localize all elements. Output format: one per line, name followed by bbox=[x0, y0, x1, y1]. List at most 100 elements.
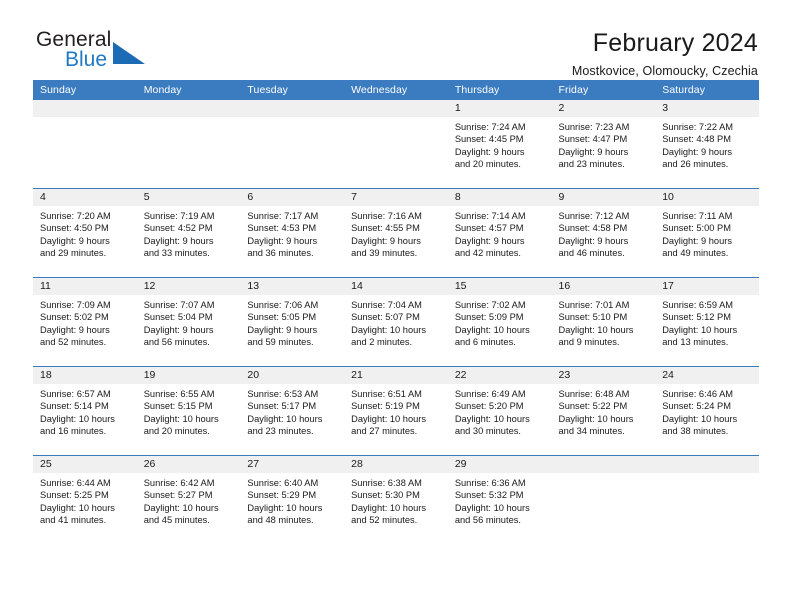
day-cell[interactable]: 18 Sunrise: 6:57 AM Sunset: 5:14 PM Dayli… bbox=[33, 366, 137, 456]
day-sun-info: Sunrise: 6:46 AM Sunset: 5:24 PM Dayligh… bbox=[662, 389, 738, 437]
calendar-table: Sunday Monday Tuesday Wednesday Thursday… bbox=[33, 80, 759, 544]
day-sun-info: Sunrise: 6:55 AM Sunset: 5:15 PM Dayligh… bbox=[143, 389, 219, 437]
week-row: 18 Sunrise: 6:57 AM Sunset: 5:14 PM Dayli… bbox=[33, 366, 759, 456]
day-sun-info: Sunrise: 7:24 AM Sunset: 4:45 PM Dayligh… bbox=[454, 122, 526, 170]
week-row: 25 Sunrise: 6:44 AM Sunset: 5:25 PM Dayli… bbox=[33, 455, 759, 544]
general-blue-logo[interactable]: General Blue bbox=[33, 28, 176, 84]
day-number: 20 bbox=[240, 367, 345, 384]
day-cell[interactable]: 4 Sunrise: 7:20 AM Sunset: 4:50 PM Daylig… bbox=[33, 188, 137, 278]
calendar-page: General Blue February 2024 Mostkovice, O… bbox=[0, 0, 792, 612]
weekday-header-friday: Friday bbox=[551, 80, 656, 100]
day-cell[interactable] bbox=[551, 455, 656, 544]
day-sun-info: Sunrise: 6:48 AM Sunset: 5:22 PM Dayligh… bbox=[558, 389, 634, 437]
day-number bbox=[551, 456, 656, 473]
day-number: 24 bbox=[655, 367, 759, 384]
day-cell[interactable]: 14 Sunrise: 7:04 AM Sunset: 5:07 PM Dayli… bbox=[344, 277, 448, 367]
day-cell[interactable]: 22 Sunrise: 6:49 AM Sunset: 5:20 PM Dayli… bbox=[447, 366, 552, 456]
day-cell-inner: 1 Sunrise: 7:24 AM Sunset: 4:45 PM Daylig… bbox=[447, 100, 552, 188]
day-sun-info: Sunrise: 6:53 AM Sunset: 5:17 PM Dayligh… bbox=[247, 389, 323, 437]
day-cell[interactable]: 25 Sunrise: 6:44 AM Sunset: 5:25 PM Dayli… bbox=[33, 455, 137, 544]
day-cell-inner: 17 Sunrise: 6:59 AM Sunset: 5:12 PM Dayli… bbox=[655, 278, 759, 366]
day-cell[interactable] bbox=[136, 100, 241, 189]
day-cell[interactable]: 17 Sunrise: 6:59 AM Sunset: 5:12 PM Dayli… bbox=[655, 277, 759, 367]
day-cell[interactable] bbox=[33, 100, 137, 189]
day-cell[interactable]: 20 Sunrise: 6:53 AM Sunset: 5:17 PM Dayli… bbox=[240, 366, 345, 456]
day-cell[interactable]: 11 Sunrise: 7:09 AM Sunset: 5:02 PM Dayli… bbox=[33, 277, 137, 367]
day-cell[interactable]: 13 Sunrise: 7:06 AM Sunset: 5:05 PM Dayli… bbox=[240, 277, 345, 367]
day-cell-inner: 21 Sunrise: 6:51 AM Sunset: 5:19 PM Dayli… bbox=[344, 367, 448, 455]
day-sun-info: Sunrise: 6:44 AM Sunset: 5:25 PM Dayligh… bbox=[40, 478, 115, 526]
day-cell[interactable]: 7 Sunrise: 7:16 AM Sunset: 4:55 PM Daylig… bbox=[344, 188, 448, 278]
day-cell[interactable]: 6 Sunrise: 7:17 AM Sunset: 4:53 PM Daylig… bbox=[240, 188, 345, 278]
day-cell[interactable]: 24 Sunrise: 6:46 AM Sunset: 5:24 PM Dayli… bbox=[655, 366, 759, 456]
weekday-header-thursday: Thursday bbox=[447, 80, 552, 100]
day-cell[interactable]: 27 Sunrise: 6:40 AM Sunset: 5:29 PM Dayli… bbox=[240, 455, 345, 544]
day-cell[interactable] bbox=[240, 100, 345, 189]
day-cell[interactable]: 9 Sunrise: 7:12 AM Sunset: 4:58 PM Daylig… bbox=[551, 188, 656, 278]
day-cell-inner: 23 Sunrise: 6:48 AM Sunset: 5:22 PM Dayli… bbox=[551, 367, 656, 455]
day-cell[interactable]: 26 Sunrise: 6:42 AM Sunset: 5:27 PM Dayli… bbox=[136, 455, 241, 544]
page-title: February 2024 bbox=[592, 29, 758, 57]
day-cell[interactable]: 12 Sunrise: 7:07 AM Sunset: 5:04 PM Dayli… bbox=[136, 277, 241, 367]
day-cell-inner: 24 Sunrise: 6:46 AM Sunset: 5:24 PM Dayli… bbox=[655, 367, 759, 455]
day-sun-info: Sunrise: 7:09 AM Sunset: 5:02 PM Dayligh… bbox=[40, 300, 111, 348]
day-cell-inner bbox=[551, 456, 656, 544]
day-cell[interactable]: 23 Sunrise: 6:48 AM Sunset: 5:22 PM Dayli… bbox=[551, 366, 656, 456]
day-cell-inner: 29 Sunrise: 6:36 AM Sunset: 5:32 PM Dayli… bbox=[447, 456, 552, 544]
day-cell[interactable]: 2 Sunrise: 7:23 AM Sunset: 4:47 PM Daylig… bbox=[551, 100, 656, 189]
day-cell[interactable] bbox=[344, 100, 448, 189]
day-number: 19 bbox=[136, 367, 241, 384]
day-sun-info: Sunrise: 7:04 AM Sunset: 5:07 PM Dayligh… bbox=[351, 300, 427, 348]
day-number: 26 bbox=[136, 456, 241, 473]
day-number: 12 bbox=[136, 278, 241, 295]
day-number: 21 bbox=[344, 367, 448, 384]
day-cell[interactable]: 3 Sunrise: 7:22 AM Sunset: 4:48 PM Daylig… bbox=[655, 100, 759, 189]
day-cell-inner: 2 Sunrise: 7:23 AM Sunset: 4:47 PM Daylig… bbox=[551, 100, 656, 188]
day-number: 10 bbox=[655, 189, 759, 206]
day-sun-info: Sunrise: 6:38 AM Sunset: 5:30 PM Dayligh… bbox=[351, 478, 427, 526]
day-cell-inner bbox=[240, 100, 345, 188]
day-number: 14 bbox=[344, 278, 448, 295]
day-cell-inner bbox=[655, 456, 759, 544]
day-cell[interactable]: 29 Sunrise: 6:36 AM Sunset: 5:32 PM Dayli… bbox=[447, 455, 552, 544]
day-cell[interactable]: 16 Sunrise: 7:01 AM Sunset: 5:10 PM Dayli… bbox=[551, 277, 656, 367]
day-number: 9 bbox=[551, 189, 656, 206]
day-cell[interactable]: 8 Sunrise: 7:14 AM Sunset: 4:57 PM Daylig… bbox=[447, 188, 552, 278]
weekday-header-saturday: Saturday bbox=[655, 80, 759, 100]
day-cell-inner: 19 Sunrise: 6:55 AM Sunset: 5:15 PM Dayli… bbox=[136, 367, 241, 455]
day-sun-info: Sunrise: 6:51 AM Sunset: 5:19 PM Dayligh… bbox=[351, 389, 427, 437]
day-cell[interactable]: 15 Sunrise: 7:02 AM Sunset: 5:09 PM Dayli… bbox=[447, 277, 552, 367]
day-number: 16 bbox=[551, 278, 656, 295]
day-number: 17 bbox=[655, 278, 759, 295]
day-number: 2 bbox=[551, 100, 656, 117]
day-number: 11 bbox=[33, 278, 137, 295]
calendar-body: 1 Sunrise: 7:24 AM Sunset: 4:45 PM Daylig… bbox=[33, 100, 759, 544]
day-cell[interactable]: 19 Sunrise: 6:55 AM Sunset: 5:15 PM Dayli… bbox=[136, 366, 241, 456]
day-sun-info: Sunrise: 7:20 AM Sunset: 4:50 PM Dayligh… bbox=[40, 211, 111, 259]
day-cell[interactable]: 21 Sunrise: 6:51 AM Sunset: 5:19 PM Dayli… bbox=[344, 366, 448, 456]
day-cell[interactable]: 1 Sunrise: 7:24 AM Sunset: 4:45 PM Daylig… bbox=[447, 100, 552, 189]
day-cell-inner bbox=[344, 100, 448, 188]
day-sun-info: Sunrise: 7:11 AM Sunset: 5:00 PM Dayligh… bbox=[662, 211, 733, 259]
day-cell[interactable]: 5 Sunrise: 7:19 AM Sunset: 4:52 PM Daylig… bbox=[136, 188, 241, 278]
day-cell-inner: 10 Sunrise: 7:11 AM Sunset: 5:00 PM Dayli… bbox=[655, 189, 759, 277]
day-cell-inner: 16 Sunrise: 7:01 AM Sunset: 5:10 PM Dayli… bbox=[551, 278, 656, 366]
day-sun-info: Sunrise: 6:57 AM Sunset: 5:14 PM Dayligh… bbox=[40, 389, 115, 437]
day-cell-inner: 22 Sunrise: 6:49 AM Sunset: 5:20 PM Dayli… bbox=[447, 367, 552, 455]
day-sun-info: Sunrise: 7:07 AM Sunset: 5:04 PM Dayligh… bbox=[143, 300, 215, 348]
day-sun-info: Sunrise: 7:02 AM Sunset: 5:09 PM Dayligh… bbox=[454, 300, 530, 348]
day-sun-info: Sunrise: 6:36 AM Sunset: 5:32 PM Dayligh… bbox=[454, 478, 530, 526]
day-cell[interactable]: 28 Sunrise: 6:38 AM Sunset: 5:30 PM Dayli… bbox=[344, 455, 448, 544]
day-cell-inner: 7 Sunrise: 7:16 AM Sunset: 4:55 PM Daylig… bbox=[344, 189, 448, 277]
day-sun-info: Sunrise: 7:23 AM Sunset: 4:47 PM Dayligh… bbox=[558, 122, 630, 170]
day-number: 29 bbox=[447, 456, 552, 473]
day-number: 23 bbox=[551, 367, 656, 384]
day-sun-info: Sunrise: 7:06 AM Sunset: 5:05 PM Dayligh… bbox=[247, 300, 319, 348]
day-cell-inner: 13 Sunrise: 7:06 AM Sunset: 5:05 PM Dayli… bbox=[240, 278, 345, 366]
day-cell[interactable] bbox=[655, 455, 759, 544]
day-cell-inner bbox=[33, 100, 137, 188]
day-cell-inner: 9 Sunrise: 7:12 AM Sunset: 4:58 PM Daylig… bbox=[551, 189, 656, 277]
day-number bbox=[33, 100, 137, 117]
day-number: 15 bbox=[447, 278, 552, 295]
day-cell[interactable]: 10 Sunrise: 7:11 AM Sunset: 5:00 PM Dayli… bbox=[655, 188, 759, 278]
